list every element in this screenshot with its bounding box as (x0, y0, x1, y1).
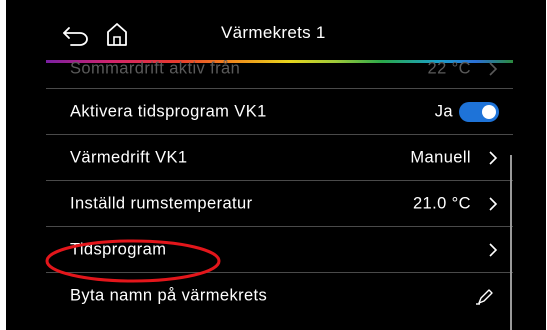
list-item-label: Värmedrift VK1 (70, 148, 188, 166)
chevron-right-icon (489, 242, 498, 257)
list-item-label: Tidsprogram (70, 240, 167, 258)
list-item-label: Byta namn på värmekrets (70, 286, 268, 305)
page-title: Värmekrets 1 (221, 23, 326, 42)
scrollbar[interactable] (510, 155, 512, 330)
list-item-value: Manuell (410, 148, 471, 166)
list-item-label: Aktivera tidsprogram VK1 (70, 102, 267, 120)
pencil-icon (476, 289, 493, 305)
list-item-heating-mode[interactable]: Värmedrift VK1 Manuell (46, 135, 513, 181)
list-item-value: 22 °C (427, 59, 471, 77)
schedule-toggle[interactable] (459, 101, 499, 122)
home-icon[interactable] (105, 21, 129, 47)
list-item-label: Inställd rumstemperatur (70, 194, 253, 212)
list-item-time-program[interactable]: Tidsprogram (46, 227, 513, 273)
toggle-knob (482, 104, 496, 119)
list-item-label: Sommardrift aktiv från (70, 59, 241, 77)
chevron-right-icon (489, 61, 498, 76)
device-screen: Värmekrets 1 Sommardrift aktiv från 22 °… (6, 0, 546, 330)
list-item-activate-schedule[interactable]: Aktivera tidsprogram VK1 Ja (46, 89, 513, 135)
list-item-rename-circuit[interactable]: Byta namn på värmekrets (46, 273, 513, 319)
chevron-right-icon (489, 196, 498, 211)
list-item-value: Ja (434, 102, 453, 120)
list-item-room-temperature[interactable]: Inställd rumstemperatur 21.0 °C (46, 181, 513, 227)
chevron-right-icon (489, 150, 498, 165)
settings-list: Sommardrift aktiv från 22 °C Aktivera ti… (6, 59, 546, 330)
back-arrow-icon[interactable] (62, 24, 90, 46)
list-item-summer-mode[interactable]: Sommardrift aktiv från 22 °C (46, 49, 513, 89)
list-item-value: 21.0 °C (412, 194, 471, 212)
